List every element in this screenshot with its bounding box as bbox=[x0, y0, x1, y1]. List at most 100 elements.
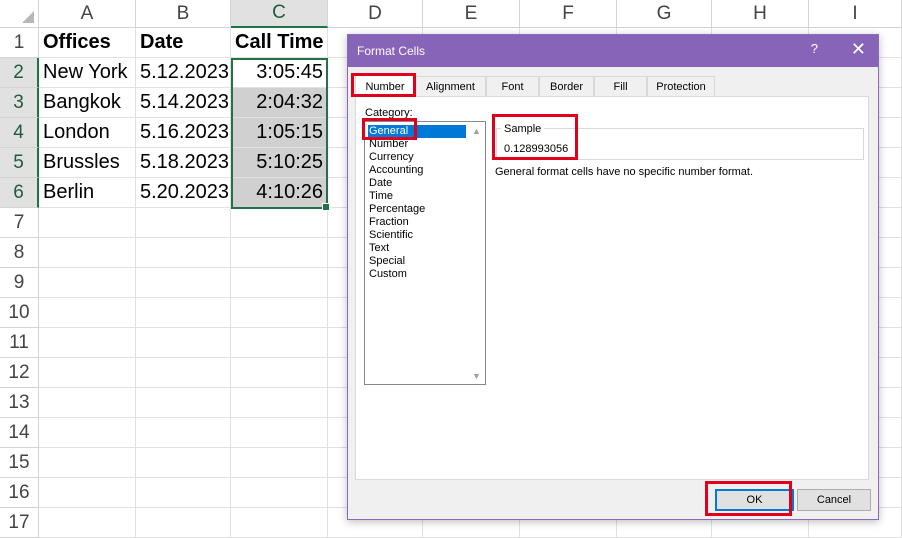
row-header-14[interactable]: 14 bbox=[0, 418, 39, 448]
empty-cell[interactable] bbox=[136, 328, 231, 358]
empty-cell[interactable] bbox=[136, 208, 231, 238]
dialog-titlebar[interactable]: Format Cells ? ✕ bbox=[348, 35, 878, 67]
scroll-up-icon[interactable]: ▲ bbox=[468, 122, 485, 139]
scroll-down-icon[interactable]: ▼ bbox=[468, 367, 485, 384]
row-header-9[interactable]: 9 bbox=[0, 268, 39, 298]
empty-cell[interactable] bbox=[39, 328, 136, 358]
row-header-5[interactable]: 5 bbox=[0, 148, 39, 178]
column-header-d[interactable]: D bbox=[328, 0, 423, 28]
empty-cell[interactable] bbox=[136, 418, 231, 448]
row-header-17[interactable]: 17 bbox=[0, 508, 39, 538]
empty-cell[interactable] bbox=[39, 298, 136, 328]
empty-cell[interactable] bbox=[231, 418, 328, 448]
column-header-a[interactable]: A bbox=[39, 0, 136, 28]
cancel-button[interactable]: Cancel bbox=[797, 489, 871, 511]
category-item-number[interactable]: Number bbox=[368, 138, 466, 151]
category-listbox[interactable]: General Number Currency Accounting Date … bbox=[364, 121, 486, 385]
empty-cell[interactable] bbox=[231, 358, 328, 388]
ok-button[interactable]: OK bbox=[715, 489, 794, 511]
empty-cell[interactable] bbox=[39, 238, 136, 268]
tab-alignment[interactable]: Alignment bbox=[415, 76, 486, 97]
tab-font[interactable]: Font bbox=[486, 76, 539, 97]
cell-a5[interactable]: Brussles bbox=[39, 148, 136, 178]
cell-b5[interactable]: 5.18.2023 bbox=[136, 148, 231, 178]
empty-cell[interactable] bbox=[136, 388, 231, 418]
cell-a3[interactable]: Bangkok bbox=[39, 88, 136, 118]
empty-cell[interactable] bbox=[39, 448, 136, 478]
column-header-g[interactable]: G bbox=[617, 0, 712, 28]
row-header-1[interactable]: 1 bbox=[0, 28, 39, 58]
cell-c5[interactable]: 5:10:25 bbox=[231, 148, 328, 178]
empty-cell[interactable] bbox=[231, 238, 328, 268]
category-item-time[interactable]: Time bbox=[368, 190, 466, 203]
empty-cell[interactable] bbox=[39, 478, 136, 508]
tab-fill[interactable]: Fill bbox=[594, 76, 647, 97]
category-item-general[interactable]: General bbox=[368, 125, 466, 138]
tab-number[interactable]: Number bbox=[355, 74, 415, 98]
empty-cell[interactable] bbox=[136, 298, 231, 328]
empty-cell[interactable] bbox=[39, 508, 136, 538]
row-header-15[interactable]: 15 bbox=[0, 448, 39, 478]
row-header-2[interactable]: 2 bbox=[0, 58, 39, 88]
category-item-fraction[interactable]: Fraction bbox=[368, 216, 466, 229]
help-icon[interactable]: ? bbox=[811, 41, 818, 56]
cell-c2[interactable]: 3:05:45 bbox=[231, 58, 328, 88]
category-item-currency[interactable]: Currency bbox=[368, 151, 466, 164]
empty-cell[interactable] bbox=[136, 238, 231, 268]
row-header-6[interactable]: 6 bbox=[0, 178, 39, 208]
category-item-scientific[interactable]: Scientific bbox=[368, 229, 466, 242]
row-header-4[interactable]: 4 bbox=[0, 118, 39, 148]
empty-cell[interactable] bbox=[39, 268, 136, 298]
column-header-b[interactable]: B bbox=[136, 0, 231, 28]
empty-cell[interactable] bbox=[231, 478, 328, 508]
category-item-custom[interactable]: Custom bbox=[368, 268, 466, 281]
cell-c6[interactable]: 4:10:26 bbox=[231, 178, 328, 208]
empty-cell[interactable] bbox=[136, 268, 231, 298]
cell-b2[interactable]: 5.12.2023 bbox=[136, 58, 231, 88]
category-scrollbar[interactable]: ▲ ▼ bbox=[468, 122, 485, 384]
empty-cell[interactable] bbox=[39, 358, 136, 388]
empty-cell[interactable] bbox=[39, 418, 136, 448]
empty-cell[interactable] bbox=[231, 508, 328, 538]
category-item-accounting[interactable]: Accounting bbox=[368, 164, 466, 177]
cell-b4[interactable]: 5.16.2023 bbox=[136, 118, 231, 148]
empty-cell[interactable] bbox=[136, 508, 231, 538]
row-header-12[interactable]: 12 bbox=[0, 358, 39, 388]
category-item-percentage[interactable]: Percentage bbox=[368, 203, 466, 216]
cell-c4[interactable]: 1:05:15 bbox=[231, 118, 328, 148]
close-icon[interactable]: ✕ bbox=[851, 39, 866, 60]
row-header-7[interactable]: 7 bbox=[0, 208, 39, 238]
cell-a4[interactable]: London bbox=[39, 118, 136, 148]
empty-cell[interactable] bbox=[136, 478, 231, 508]
cell-b1[interactable]: Date bbox=[136, 28, 231, 58]
cell-a2[interactable]: New York bbox=[39, 58, 136, 88]
empty-cell[interactable] bbox=[231, 448, 328, 478]
empty-cell[interactable] bbox=[231, 328, 328, 358]
column-header-h[interactable]: H bbox=[712, 0, 809, 28]
empty-cell[interactable] bbox=[231, 208, 328, 238]
row-header-3[interactable]: 3 bbox=[0, 88, 39, 118]
column-header-e[interactable]: E bbox=[423, 0, 520, 28]
empty-cell[interactable] bbox=[39, 388, 136, 418]
empty-cell[interactable] bbox=[231, 268, 328, 298]
category-item-special[interactable]: Special bbox=[368, 255, 466, 268]
empty-cell[interactable] bbox=[39, 208, 136, 238]
row-header-8[interactable]: 8 bbox=[0, 238, 39, 268]
tab-protection[interactable]: Protection bbox=[647, 76, 715, 97]
tab-border[interactable]: Border bbox=[539, 76, 594, 97]
column-header-c[interactable]: C bbox=[231, 0, 328, 28]
cell-b3[interactable]: 5.14.2023 bbox=[136, 88, 231, 118]
cell-c1[interactable]: Call Time bbox=[231, 28, 328, 58]
empty-cell[interactable] bbox=[136, 448, 231, 478]
row-header-10[interactable]: 10 bbox=[0, 298, 39, 328]
cell-b6[interactable]: 5.20.2023 bbox=[136, 178, 231, 208]
empty-cell[interactable] bbox=[136, 358, 231, 388]
cell-c3[interactable]: 2:04:32 bbox=[231, 88, 328, 118]
row-header-11[interactable]: 11 bbox=[0, 328, 39, 358]
cell-a6[interactable]: Berlin bbox=[39, 178, 136, 208]
column-header-f[interactable]: F bbox=[520, 0, 617, 28]
cell-a1[interactable]: Offices bbox=[39, 28, 136, 58]
empty-cell[interactable] bbox=[231, 298, 328, 328]
category-item-text[interactable]: Text bbox=[368, 242, 466, 255]
column-header-i[interactable]: I bbox=[809, 0, 902, 28]
